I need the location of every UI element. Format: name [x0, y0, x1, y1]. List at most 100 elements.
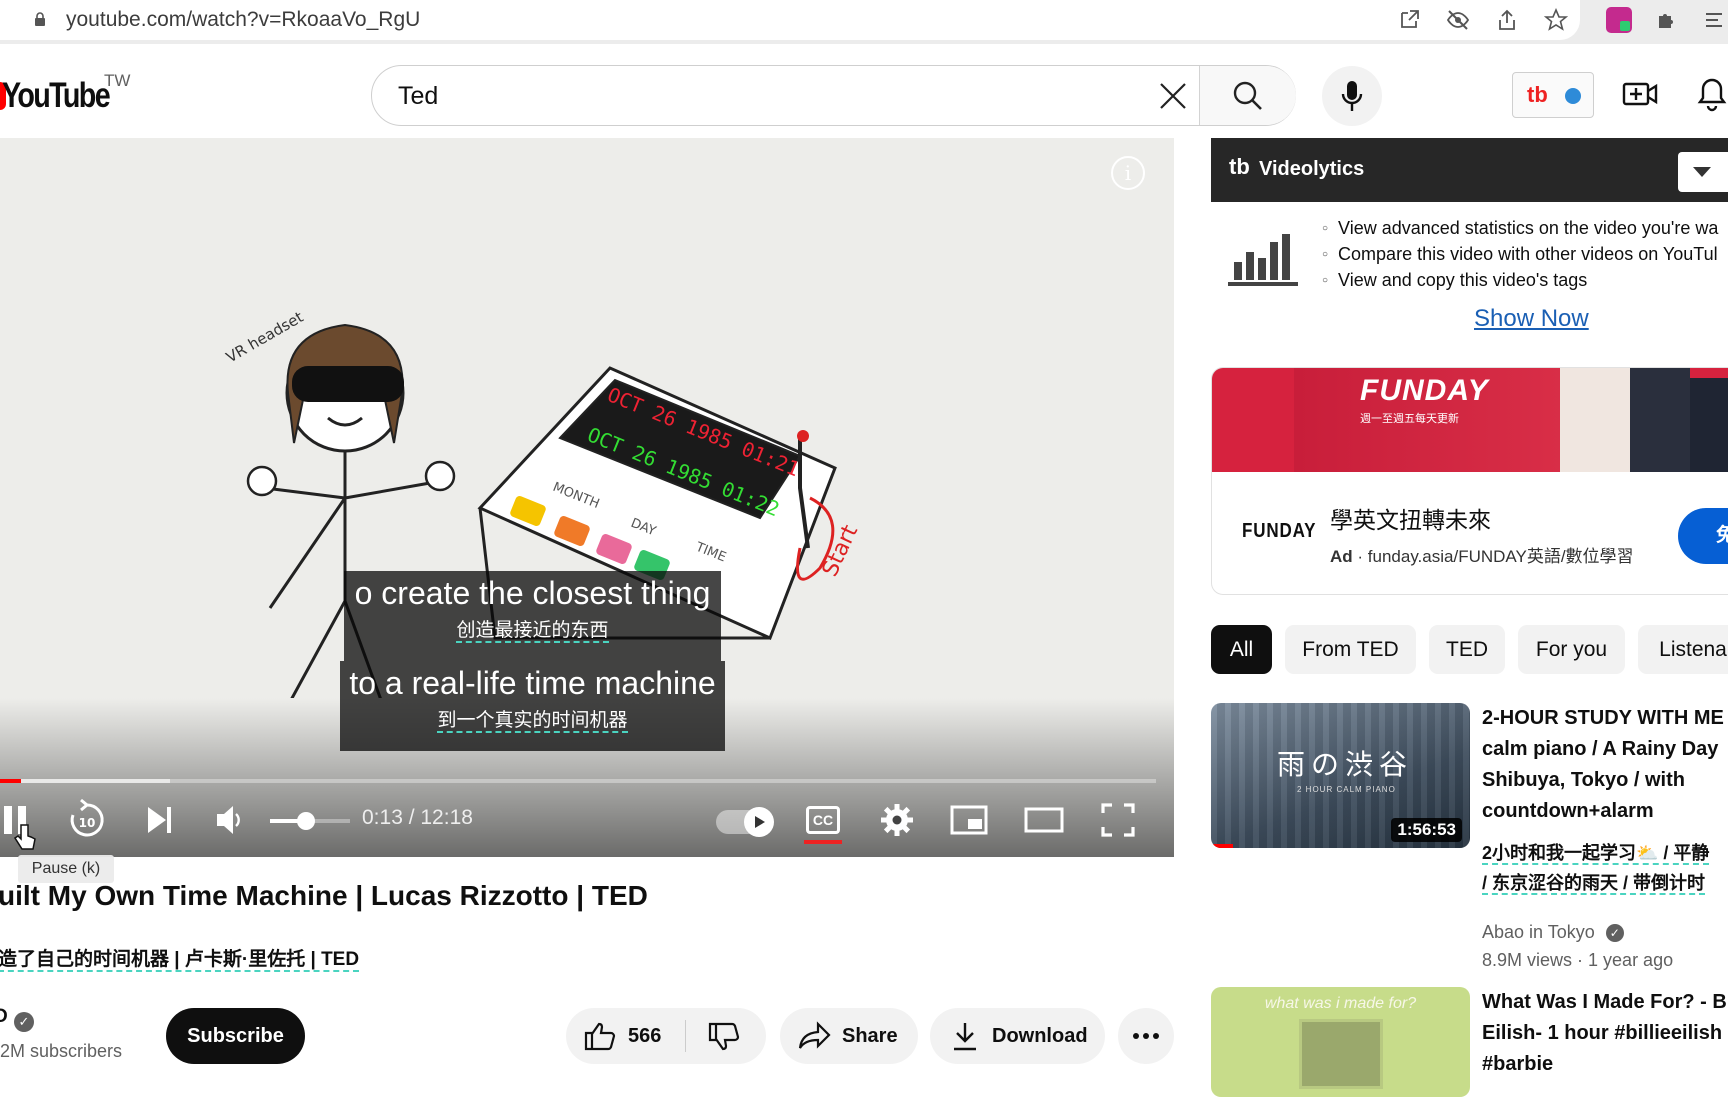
thumb-subtitle: 2 HOUR CALM PIANO — [1297, 785, 1396, 794]
thumbs-up-icon[interactable] — [584, 1021, 616, 1051]
clear-icon[interactable] — [1157, 80, 1189, 112]
video-title-translation-row: 造了自己的时间机器 | 卢卡斯·里佐托 | TED — [0, 944, 360, 972]
progress-buffered — [0, 779, 170, 783]
share-arrow-icon — [798, 1021, 831, 1049]
url-text[interactable]: youtube.com/watch?v=RkoaaVo_RgU — [66, 8, 420, 32]
captions-button[interactable]: CC — [806, 806, 840, 834]
forward-10-icon[interactable]: 10 — [68, 798, 106, 842]
share-icon[interactable] — [1495, 8, 1519, 32]
caption-zh-2: 到一个真实的时间机器 — [437, 710, 628, 733]
rec-title-line: #barbie — [1482, 1053, 1554, 1075]
rec-thumbnail[interactable]: what was i made for? — [1211, 987, 1470, 1097]
bell-icon[interactable] — [1696, 76, 1728, 112]
chip-all[interactable]: All — [1211, 625, 1272, 674]
hand-cursor-icon — [14, 824, 36, 850]
rec-title-line: countdown+alarm — [1482, 800, 1654, 822]
search-icon — [1233, 81, 1262, 110]
presenter-photo-2 — [1630, 368, 1690, 472]
search-input[interactable] — [398, 80, 1138, 112]
fullscreen-icon[interactable] — [1100, 798, 1136, 842]
tubebuddy-extension-button[interactable]: tb — [1512, 72, 1594, 118]
like-count[interactable]: 566 — [628, 1025, 661, 1048]
progress-played — [0, 779, 21, 783]
share-button[interactable]: Share — [780, 1008, 918, 1064]
reading-list-icon[interactable] — [1704, 8, 1728, 32]
extension-translate-icon[interactable] — [1606, 7, 1632, 33]
channel-name[interactable]: D — [0, 1006, 8, 1028]
video-title: uilt My Own Time Machine | Lucas Rizzott… — [0, 880, 648, 911]
play-icon — [755, 816, 765, 828]
rec-title-line: Shibuya, Tokyo / with — [1482, 769, 1685, 791]
lock-icon — [35, 12, 45, 26]
rec-title[interactable]: 2-HOUR STUDY WITH ME calm piano / A Rain… — [1482, 703, 1724, 827]
video-player[interactable]: VR headset OCT 26 1985 01:21 OCT 26 1985… — [0, 138, 1174, 857]
thumb-title: 雨の渋谷 — [1277, 748, 1414, 781]
verified-icon: ✓ — [1605, 924, 1624, 942]
search-box — [371, 65, 1296, 126]
time-display: 0:13 / 12:18 — [362, 806, 473, 829]
rec-stats: 8.9M views · 1 year ago — [1482, 950, 1674, 970]
rec-title[interactable]: What Was I Made For? - B Eilish- 1 hour … — [1482, 987, 1727, 1080]
progress-bar[interactable] — [0, 779, 1156, 783]
videolytics-dropdown[interactable] — [1678, 152, 1728, 192]
autoplay-knob — [744, 807, 774, 837]
address-bar[interactable]: youtube.com/watch?v=RkoaaVo_RgU — [0, 0, 1580, 40]
voice-search-button[interactable] — [1322, 66, 1382, 126]
rec-title-zh-line: 2小时和我一起学习⛅ / 平静 — [1482, 843, 1710, 865]
show-now-link[interactable]: Show Now — [1474, 305, 1589, 333]
rec-channel[interactable]: Abao in Tokyo — [1482, 922, 1595, 942]
presenter-photo-1 — [1560, 368, 1630, 472]
caption-en-2: to a real-life time machine — [349, 665, 716, 701]
chip-listenable[interactable]: Listena — [1638, 625, 1728, 674]
rec-thumbnail[interactable]: 雨の渋谷 2 HOUR CALM PIANO 1:56:53 — [1211, 703, 1470, 848]
rec-title-translation: 2小时和我一起学习⛅ / 平静 / 东京涩谷的雨天 / 带倒计时 — [1482, 838, 1710, 898]
presenter-photo-3 — [1690, 378, 1728, 472]
ad-cta-button[interactable]: 免 — [1678, 508, 1728, 564]
rec-age: 1 year ago — [1588, 950, 1674, 970]
chip-from-ted[interactable]: From TED — [1285, 625, 1416, 674]
like-dislike-group: 566 — [566, 1008, 766, 1064]
videolytics-features: View advanced statistics on the video yo… — [1322, 217, 1718, 295]
settings-gear-icon[interactable] — [880, 798, 914, 842]
rec-channel-row[interactable]: Abao in Tokyo ✓ — [1482, 922, 1624, 943]
tubebuddy-icon: tb — [1527, 82, 1548, 107]
theater-mode-icon[interactable] — [1024, 798, 1064, 842]
verified-icon: ✓ — [14, 1012, 34, 1032]
caption-en-1: o create the closest thing — [354, 575, 711, 611]
next-icon[interactable] — [144, 798, 174, 842]
open-external-icon[interactable] — [1397, 8, 1421, 32]
download-label: Download — [992, 1025, 1088, 1047]
info-icon[interactable]: i — [1111, 156, 1145, 190]
puzzle-icon[interactable] — [1655, 8, 1679, 32]
caption-zh-2-row: 到一个真实的时间机器 — [340, 705, 725, 737]
more-actions-button[interactable] — [1118, 1008, 1174, 1064]
divider — [685, 1020, 686, 1052]
autoplay-toggle[interactable] — [716, 807, 774, 837]
videolytics-title: Videolytics — [1259, 158, 1365, 180]
download-button[interactable]: Download — [930, 1008, 1105, 1064]
chip-ted[interactable]: TED — [1429, 625, 1505, 674]
start-label: Start — [818, 521, 864, 581]
search-button[interactable] — [1199, 66, 1296, 125]
ad-title[interactable]: 學英文扭轉未來 — [1330, 501, 1491, 535]
ad-banner-image[interactable]: FUNDAY 週一至週五每天更新 — [1212, 368, 1728, 472]
subscribe-button[interactable]: Subscribe — [166, 1008, 305, 1064]
ad-meta: Ad · funday.asia/FUNDAY英語/數位學習 — [1330, 547, 1634, 566]
pause-tooltip: Pause (k) — [18, 855, 114, 883]
youtube-logo[interactable]: YouTube — [2, 76, 111, 116]
volume-knob[interactable] — [297, 812, 315, 830]
miniplayer-icon[interactable] — [950, 798, 988, 842]
watched-progress — [1211, 844, 1233, 848]
ad-domain: funday.asia/FUNDAY英語/數位學習 — [1367, 547, 1634, 566]
thumbs-down-icon[interactable] — [708, 1022, 740, 1052]
create-icon[interactable] — [1622, 78, 1658, 110]
ad-card[interactable]: FUNDAY 週一至週五每天更新 FUNDAY 學英文扭轉未來 Ad · fun… — [1211, 367, 1728, 595]
feature-item: View advanced statistics on the video yo… — [1322, 217, 1718, 243]
volume-icon[interactable] — [214, 798, 244, 842]
eye-off-icon[interactable] — [1446, 8, 1470, 32]
share-label: Share — [842, 1025, 898, 1047]
caret-down-icon — [1693, 167, 1711, 177]
advertiser-logo: FUNDAY — [1242, 520, 1317, 542]
star-icon[interactable] — [1544, 8, 1568, 32]
chip-for-you[interactable]: For you — [1518, 625, 1625, 674]
